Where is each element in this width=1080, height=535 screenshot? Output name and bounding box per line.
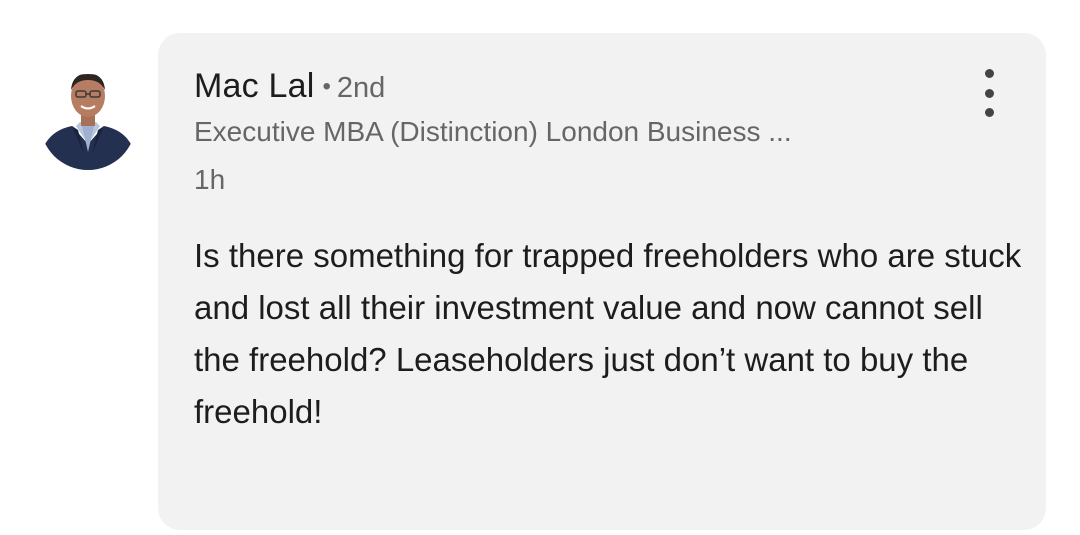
more-vertical-icon [984, 69, 994, 78]
more-options-button[interactable] [976, 69, 1002, 117]
author-line: Mac Lal • 2nd [194, 67, 385, 107]
more-vertical-icon-dot [984, 108, 994, 117]
comment: Mac Lal • 2nd Executive MBA (Distinction… [0, 0, 1080, 535]
separator-dot: • [322, 73, 331, 100]
comment-timestamp: 1h [194, 164, 226, 195]
author-headline: Executive MBA (Distinction) London Busin… [194, 116, 792, 147]
comment-text: Is there something for trapped freeholde… [194, 237, 1022, 430]
comment-bubble: Mac Lal • 2nd Executive MBA (Distinction… [158, 33, 1046, 530]
avatar-icon [40, 74, 136, 170]
connection-degree: 2nd [336, 72, 386, 104]
author-name[interactable]: Mac Lal [194, 67, 314, 106]
avatar[interactable] [38, 60, 138, 170]
more-vertical-icon-dot [984, 88, 994, 98]
